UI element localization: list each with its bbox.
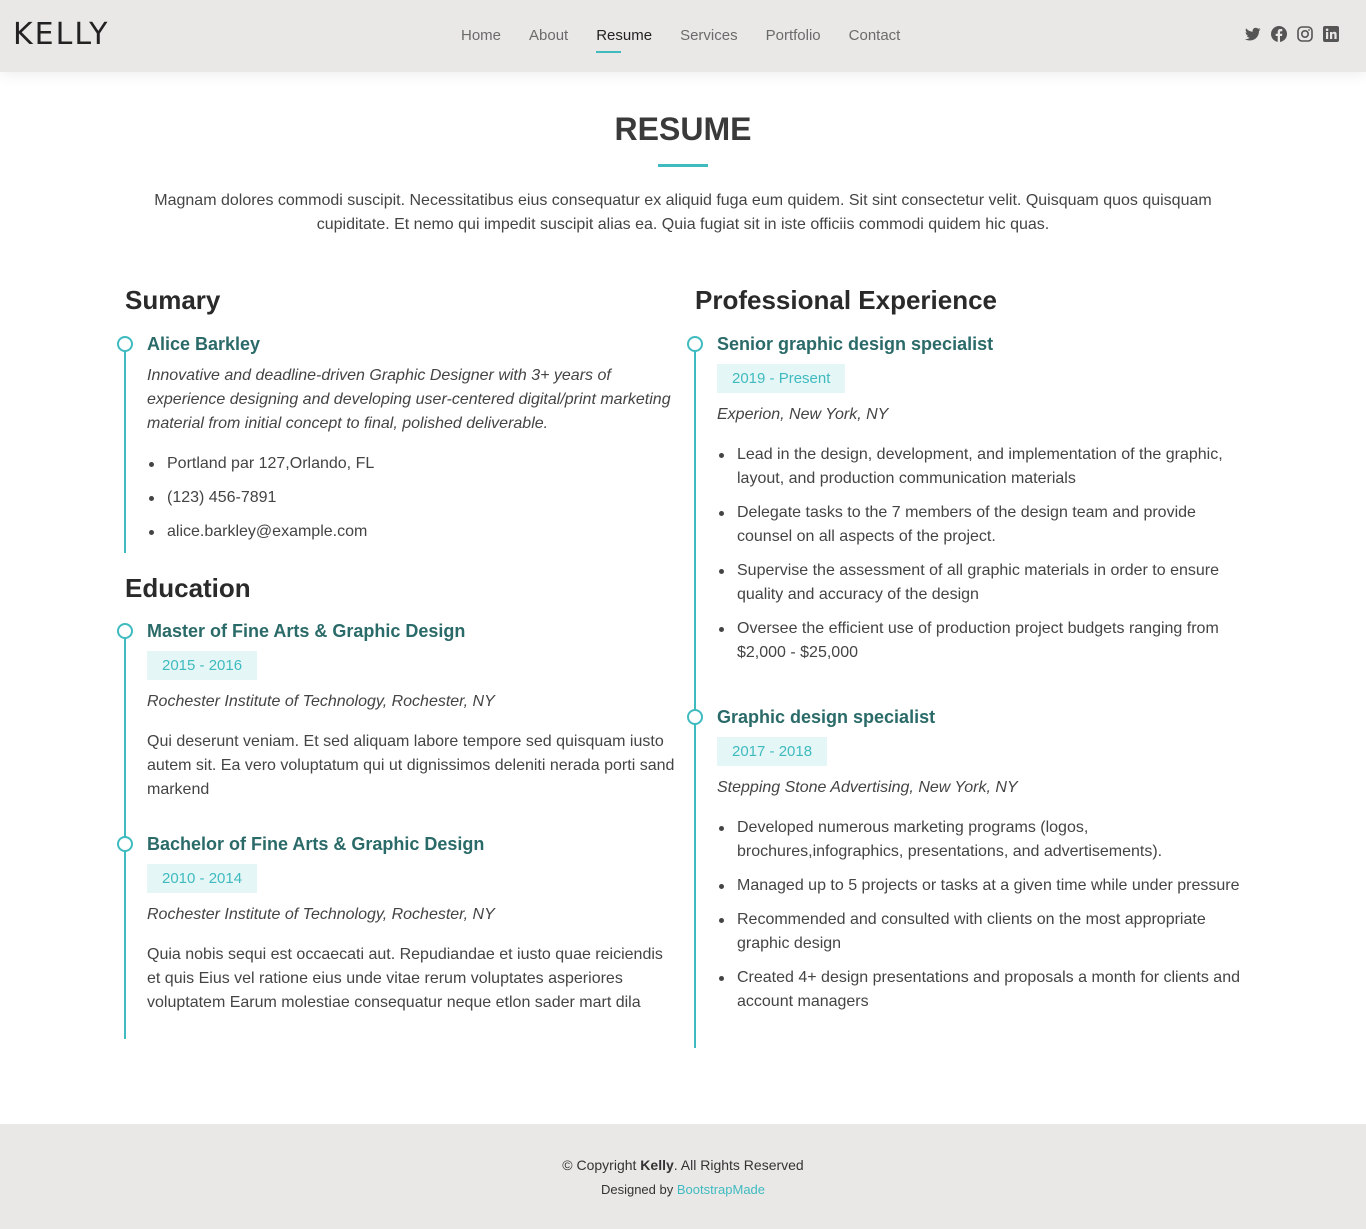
contact-list: Portland par 127,Orlando, FL (123) 456-7… <box>147 452 667 554</box>
logo[interactable]: KELLY <box>13 17 109 53</box>
education-description: Quia nobis sequi est occaecati aut. Repu… <box>147 946 663 1011</box>
experience-bullets: Lead in the design, development, and imp… <box>717 443 1247 675</box>
title-underline <box>658 164 708 167</box>
timeline-dot <box>117 336 133 352</box>
nav-services[interactable]: Services <box>680 26 738 46</box>
summary-name: Alice Barkley <box>147 334 261 354</box>
linkedin-icon[interactable] <box>1323 26 1339 42</box>
experience-heading: Professional Experience <box>695 285 998 315</box>
experience-company: Experion, New York, NY <box>717 406 889 423</box>
experience-bullet: Managed up to 5 projects or tasks at a g… <box>717 874 1247 898</box>
facebook-icon[interactable] <box>1271 26 1287 42</box>
social-links <box>1245 26 1339 42</box>
credits-prefix: Designed by <box>600 1182 677 1197</box>
education-title: Master of Fine Arts & Graphic Design <box>147 621 466 641</box>
summary-timeline-line <box>124 344 126 553</box>
experience-bullet: Delegate tasks to the 7 members of the d… <box>717 501 1247 549</box>
contact-address: Portland par 127,Orlando, FL <box>147 452 667 476</box>
experience-timeline-line <box>694 344 696 1048</box>
nav-about[interactable]: About <box>529 26 568 46</box>
twitter-icon[interactable] <box>1245 26 1261 42</box>
experience-company: Stepping Stone Advertising, New York, NY <box>717 779 1018 796</box>
nav-home[interactable]: Home <box>461 26 501 46</box>
copyright-prefix: © Copyright <box>562 1157 641 1173</box>
timeline-dot <box>117 623 133 639</box>
education-description: Qui deserunt veniam. Et sed aliquam labo… <box>147 733 675 798</box>
site-footer: © Copyright Kelly. All Rights Reserved D… <box>0 1124 1366 1229</box>
credits: Designed by BootstrapMade <box>0 1180 1366 1200</box>
experience-title: Senior graphic design specialist <box>717 334 994 354</box>
experience-bullet: Oversee the efficient use of production … <box>717 617 1247 665</box>
experience-bullet: Developed numerous marketing programs (l… <box>717 816 1247 864</box>
contact-email: alice.barkley@example.com <box>147 520 667 544</box>
contact-phone: (123) 456-7891 <box>147 486 667 510</box>
copyright-brand: Kelly <box>640 1157 674 1173</box>
copyright-suffix: . All Rights Reserved <box>673 1157 804 1173</box>
section-title: RESUME <box>614 111 752 147</box>
education-timeline-line <box>124 631 126 1039</box>
timeline-dot <box>687 336 703 352</box>
summary-bio: Innovative and deadline-driven Graphic D… <box>147 367 671 432</box>
instagram-icon[interactable] <box>1297 26 1313 42</box>
experience-bullet: Supervise the assessment of all graphic … <box>717 559 1247 607</box>
year-badge: 2015 - 2016 <box>147 651 258 680</box>
education-school: Rochester Institute of Technology, Roche… <box>147 693 495 710</box>
education-title: Bachelor of Fine Arts & Graphic Design <box>147 834 485 854</box>
experience-bullet: Created 4+ design presentations and prop… <box>717 966 1247 1014</box>
education-heading: Education <box>125 573 251 603</box>
timeline-dot <box>687 709 703 725</box>
section-description: Magnam dolores commodi suscipit. Necessi… <box>154 192 1212 233</box>
summary-heading: Sumary <box>125 285 221 315</box>
copyright: © Copyright Kelly. All Rights Reserved <box>0 1155 1366 1175</box>
experience-title: Graphic design specialist <box>717 707 936 727</box>
year-badge: 2017 - 2018 <box>717 737 828 766</box>
nav-resume[interactable]: Resume <box>596 26 652 53</box>
nav-contact[interactable]: Contact <box>849 26 901 46</box>
main-nav: Home About Resume Services Portfolio Con… <box>461 26 928 53</box>
designer-link[interactable]: BootstrapMade <box>677 1182 765 1197</box>
experience-bullet: Recommended and consulted with clients o… <box>717 908 1247 956</box>
experience-bullet: Lead in the design, development, and imp… <box>717 443 1247 491</box>
education-school: Rochester Institute of Technology, Roche… <box>147 906 495 923</box>
site-header: KELLY Home About Resume Services Portfol… <box>0 0 1366 72</box>
experience-bullets: Developed numerous marketing programs (l… <box>717 816 1247 1024</box>
timeline-dot <box>117 836 133 852</box>
year-badge: 2019 - Present <box>717 364 846 393</box>
nav-portfolio[interactable]: Portfolio <box>766 26 821 46</box>
year-badge: 2010 - 2014 <box>147 864 258 893</box>
